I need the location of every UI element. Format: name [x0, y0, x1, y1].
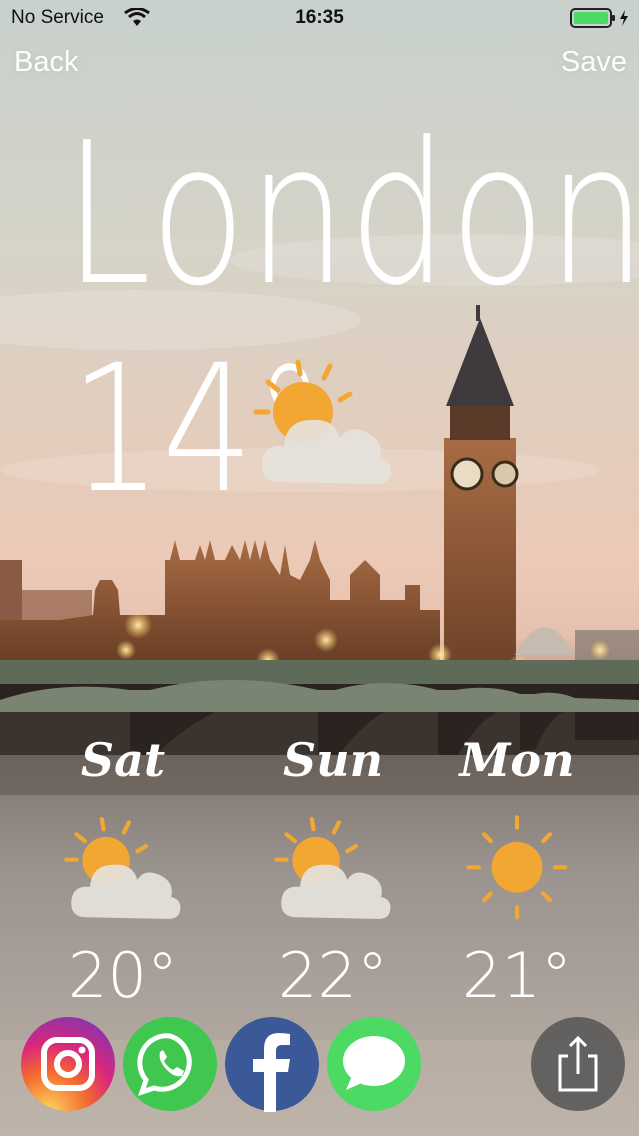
messages-button[interactable]	[326, 1016, 422, 1112]
share-button[interactable]	[530, 1016, 626, 1112]
city-title: London	[63, 101, 639, 329]
back-button[interactable]: Back	[14, 46, 78, 79]
whatsapp-button[interactable]	[122, 1016, 218, 1112]
facebook-button[interactable]	[224, 1016, 320, 1112]
forecast-day-label: Sun	[282, 733, 384, 787]
clock-label: 16:35	[295, 7, 344, 28]
forecast-day-sun: Sun 22°	[248, 730, 418, 1016]
sunny-icon	[466, 815, 568, 920]
forecast-day-label: Mon	[459, 733, 575, 787]
partly-cloudy-icon	[274, 816, 391, 919]
save-button[interactable]: Save	[561, 46, 627, 79]
messages-icon	[327, 1017, 421, 1111]
forecast-high: 22°	[278, 939, 388, 1012]
status-bar: No Service 16:35	[0, 0, 639, 36]
whatsapp-icon	[123, 1017, 217, 1111]
forecast-day-label: Sat	[80, 733, 166, 787]
partly-cloudy-icon	[248, 354, 398, 494]
forecast-high: 21°	[462, 939, 572, 1012]
forecast-day-mon: Mon 21°	[432, 730, 602, 1016]
battery-icon	[570, 8, 634, 34]
partly-cloudy-icon	[64, 816, 181, 919]
instagram-icon	[21, 1017, 115, 1111]
forecast-day-sat: Sat 20°	[38, 730, 208, 1016]
share-icon	[531, 1017, 625, 1111]
facebook-icon	[225, 1017, 319, 1112]
instagram-button[interactable]	[20, 1016, 116, 1112]
forecast-high: 20°	[68, 939, 178, 1012]
